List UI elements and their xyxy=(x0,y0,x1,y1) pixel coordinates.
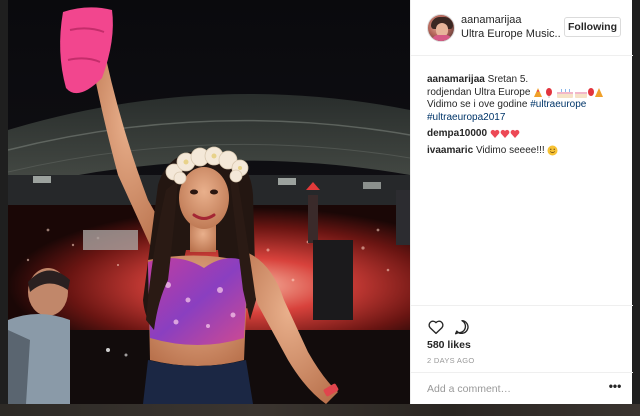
comment-bubble-icon[interactable] xyxy=(453,318,471,336)
caption-line2: rodjendan Ultra Europe xyxy=(427,86,531,98)
likes-count[interactable]: 580 likes xyxy=(427,339,471,351)
comment-item: dempa10000 xyxy=(427,128,623,141)
hashtag-ultraeuropa2017[interactable]: #ultraeuropa2017 xyxy=(427,112,505,123)
comment-text: Vidimo seeee!!! xyxy=(475,144,545,156)
post-header: aanamarijaa Ultra Europe Music.. Followi… xyxy=(411,0,633,56)
comment-username[interactable]: dempa10000 xyxy=(427,128,487,139)
comment-username[interactable]: aanamarijaa xyxy=(427,74,485,85)
backdrop-left xyxy=(0,0,8,416)
comment-item: ivaamaric Vidimo seeee!!! xyxy=(427,145,623,158)
post-timestamp[interactable]: 2 DAYS AGO xyxy=(427,356,474,365)
header-username[interactable]: aanamarijaa xyxy=(461,14,522,26)
avatar-shirt xyxy=(432,35,452,41)
post-side-panel: aanamarijaa Ultra Europe Music.. Followi… xyxy=(410,0,633,404)
comment-username[interactable]: ivaamaric xyxy=(427,145,473,156)
heart-outline-icon[interactable] xyxy=(427,318,445,336)
caption-line1: Sretan 5. xyxy=(487,74,529,85)
instagram-post-view: aanamarijaa Ultra Europe Music.. Followi… xyxy=(0,0,640,416)
caption-comment: aanamarijaa Sretan 5. rodjendan Ultra Eu… xyxy=(427,74,623,124)
add-comment-bar: ••• xyxy=(411,372,633,404)
smile-emoji-icon xyxy=(547,145,558,156)
red-hearts-emoji-icon xyxy=(490,130,520,139)
party-emoji-icon xyxy=(534,87,604,98)
comments-list: aanamarijaa Sretan 5. rodjendan Ultra Eu… xyxy=(427,74,623,161)
more-options-icon[interactable]: ••• xyxy=(607,380,623,395)
avatar[interactable] xyxy=(427,14,455,42)
hashtag-ultraeurope[interactable]: #ultraeurope xyxy=(530,99,586,110)
post-actions: 580 likes 2 DAYS AGO xyxy=(411,305,633,375)
backdrop-bottom xyxy=(0,404,640,416)
backdrop-right xyxy=(632,0,640,416)
following-button[interactable]: Following xyxy=(564,17,621,37)
post-photo[interactable] xyxy=(8,0,410,404)
add-comment-input[interactable] xyxy=(427,380,597,398)
header-location[interactable]: Ultra Europe Music.. xyxy=(461,28,561,40)
caption-line3: Vidimo se i ove godine xyxy=(427,99,528,111)
